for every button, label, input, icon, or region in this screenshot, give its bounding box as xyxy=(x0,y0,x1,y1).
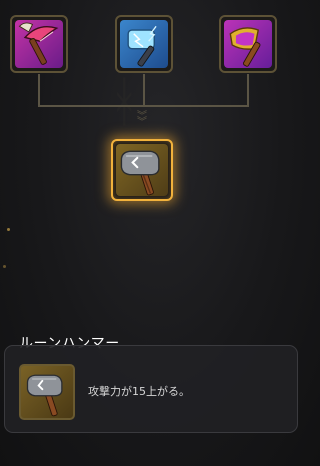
ember-particle xyxy=(3,265,6,268)
pickaxe-icon xyxy=(18,22,59,65)
rune-hammer-icon xyxy=(26,374,63,417)
golden-axe-icon xyxy=(229,27,261,67)
skill-node-lightning-hammer[interactable] xyxy=(115,15,173,73)
skill-node-rune-hammer-selected[interactable] xyxy=(111,139,173,201)
skill-detail-icon-slot xyxy=(19,364,75,420)
ember-particle xyxy=(7,228,10,231)
chevron-down-icon: ︾ ︾ xyxy=(137,111,147,128)
skill-node-golden-axe[interactable] xyxy=(219,15,277,73)
skill-node-pickaxe[interactable] xyxy=(10,15,68,73)
rune-hammer-icon xyxy=(120,150,160,196)
skill-detail-panel: 攻撃力が15上がる。 xyxy=(4,345,298,433)
skill-tree: ︾ ︾ xyxy=(0,0,302,220)
lightning-hammer-icon xyxy=(127,25,157,67)
skill-description: 攻撃力が15上がる。 xyxy=(88,385,190,398)
